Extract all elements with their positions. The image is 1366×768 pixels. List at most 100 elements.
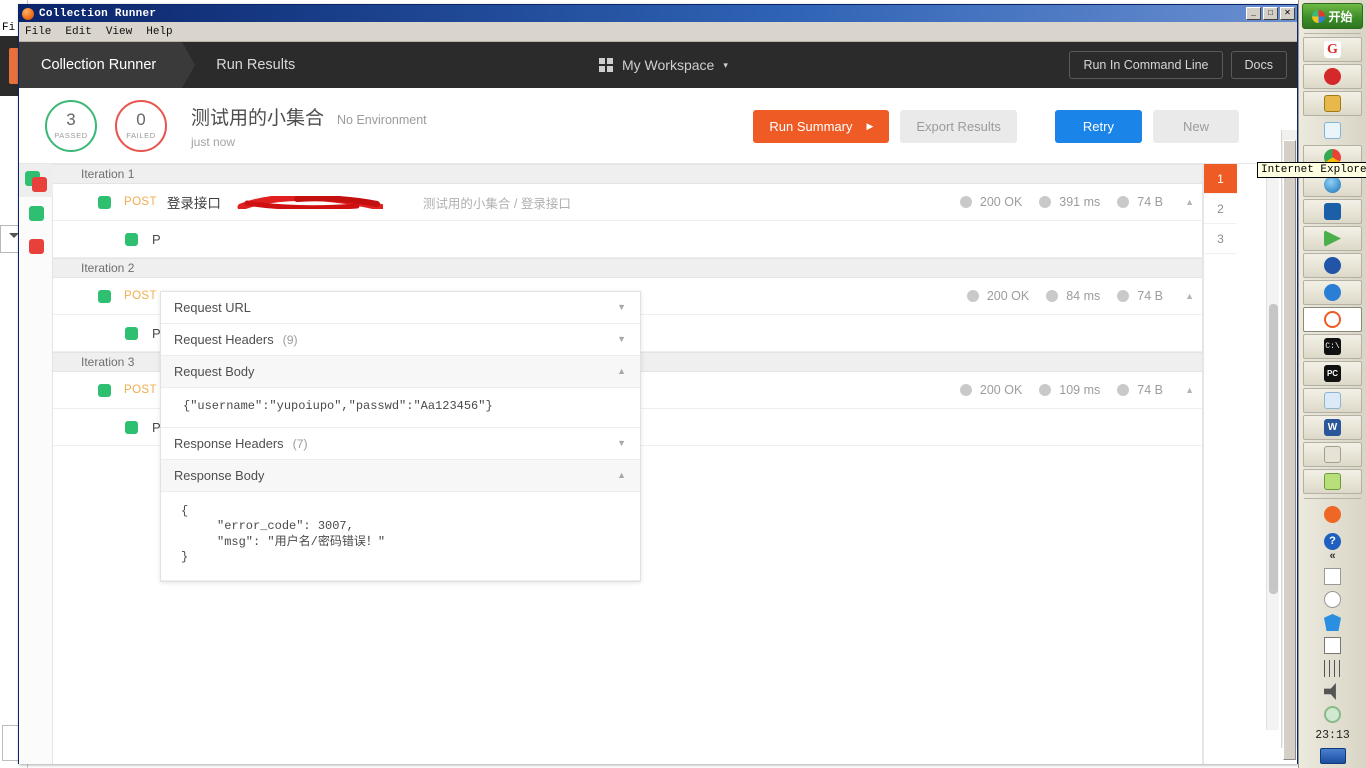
menu-item-view[interactable]: View [106, 26, 132, 38]
response-size: 74 B [1137, 383, 1163, 397]
tab-collection-runner[interactable]: Collection Runner [19, 42, 196, 88]
new-button[interactable]: New [1152, 110, 1239, 143]
pager-item-3[interactable]: 3 [1204, 224, 1237, 254]
sharing-app-icon [1324, 122, 1341, 139]
status-dot-icon [966, 290, 979, 302]
tray-expand-button[interactable]: « [1329, 550, 1335, 562]
flag-security-icon[interactable] [1324, 568, 1341, 585]
taskbar-item-command-prompt[interactable]: C:\ [1303, 334, 1362, 359]
response-time: 84 ms [1066, 289, 1101, 303]
chevron-up-icon[interactable]: ▲ [1185, 197, 1194, 207]
pycharm-icon: PC [1324, 365, 1341, 382]
table-row[interactable]: POST 登录接口 测试用的小集合 / 登录接口 200 OK 391 ms 7… [53, 184, 1202, 221]
request-method: POST [124, 196, 157, 208]
chevron-down-icon: ▼ [617, 334, 626, 344]
request-body-content: {"username":"yupoiupo","passwd":"Aa12345… [161, 388, 640, 428]
chevron-down-icon: ▼ [617, 302, 626, 312]
window-scrollbar-thumb[interactable] [1283, 140, 1296, 760]
workspace-label: My Workspace [622, 57, 715, 73]
section-response-body[interactable]: Response Body ▲ [161, 459, 640, 492]
taskbar-item-media-player[interactable] [1303, 226, 1362, 251]
run-summary-button[interactable]: Run Summary ▶ [753, 110, 890, 143]
scrollbar-thumb[interactable] [1269, 304, 1278, 594]
chevron-up-icon: ▲ [617, 469, 626, 480]
shield-guard-icon[interactable] [1324, 614, 1341, 631]
collection-runner-window: Collection Runner _ □ ✕ File Edit View H… [18, 4, 1298, 764]
chevron-up-icon[interactable]: ▲ [1185, 291, 1194, 301]
window-scrollbar[interactable] [1281, 130, 1297, 760]
blue-globe-icon [1324, 284, 1341, 301]
taskbar-item-pycharm[interactable]: PC [1303, 361, 1362, 386]
results-scrollbar[interactable] [1266, 164, 1279, 730]
taskbar-item-sogou-input[interactable] [1303, 502, 1362, 527]
request-method: POST [124, 290, 157, 302]
chevron-up-icon[interactable]: ▲ [1185, 385, 1194, 395]
response-status: 200 OK [979, 195, 1023, 209]
request-metrics: 200 OK 84 ms 74 B [966, 289, 1172, 303]
section-request-headers[interactable]: Request Headers (9) ▼ [161, 324, 640, 356]
filter-passed-button[interactable] [19, 197, 53, 230]
request-status-square-icon [98, 383, 111, 397]
section-response-headers[interactable]: Response Headers (7) ▼ [161, 428, 640, 460]
taskbar-separator [1304, 498, 1361, 499]
show-desktop-button[interactable] [1319, 748, 1346, 764]
taskbar-item-sharing-app[interactable] [1303, 118, 1362, 143]
notepad-icon [1324, 392, 1341, 409]
speed-dial-icon[interactable] [1324, 706, 1341, 723]
menu-item-file[interactable]: File [25, 26, 51, 38]
taskbar-item-notepad[interactable] [1303, 388, 1362, 413]
close-button[interactable]: ✕ [1280, 7, 1295, 20]
retry-button[interactable]: Retry [1054, 110, 1142, 143]
taskbar-item-netease-music[interactable] [1303, 64, 1362, 89]
section-request-body[interactable]: Request Body ▲ [161, 356, 640, 388]
tab-run-results[interactable]: Run Results [182, 42, 335, 88]
failed-label: FAILED [126, 131, 156, 140]
signal-bars-icon[interactable] [1324, 660, 1341, 677]
command-prompt-icon: C:\ [1324, 338, 1341, 355]
pager-item-1[interactable]: 1 [1204, 164, 1237, 194]
time-dot-icon [1046, 290, 1059, 302]
passed-counter: 3 PASSED [45, 99, 97, 152]
run-in-command-line-button[interactable]: Run In Command Line [1069, 51, 1223, 79]
response-body-content: { "error_code": 3007, "msg": "用户名/密码错误！"… [161, 492, 640, 581]
test-label: P [152, 231, 161, 247]
taskbar-item-editor[interactable] [1303, 469, 1362, 494]
hand-tool-icon[interactable] [1324, 637, 1341, 654]
taskbar-item-blue-globe[interactable] [1303, 280, 1362, 305]
docs-button[interactable]: Docs [1230, 51, 1287, 79]
test-status-square-icon [125, 232, 138, 246]
taskbar-item-word[interactable]: W [1303, 415, 1362, 440]
pager-item-2[interactable]: 2 [1204, 194, 1237, 224]
taskbar-item-paint-tool[interactable] [1303, 442, 1362, 467]
filter-failed-button[interactable] [19, 230, 53, 263]
request-status-square-icon [98, 195, 111, 209]
menu-item-help[interactable]: Help [146, 26, 172, 38]
network-monitor-icon[interactable] [1324, 591, 1341, 608]
start-button[interactable]: 开始 [1302, 3, 1363, 29]
response-size: 74 B [1137, 289, 1163, 303]
maximize-button[interactable]: □ [1263, 7, 1278, 20]
filter-all-button[interactable] [19, 164, 53, 197]
list-item: P [53, 221, 1202, 258]
taskbar-item-vmware[interactable] [1303, 199, 1362, 224]
redacted-url [237, 195, 383, 209]
section-request-url[interactable]: Request URL ▼ [161, 292, 640, 324]
workspace-selector[interactable]: My Workspace ▾ [599, 42, 728, 88]
section-label: Request URL [174, 300, 251, 315]
export-results-button[interactable]: Export Results [900, 110, 1017, 143]
chevron-up-icon: ▲ [617, 366, 626, 376]
response-time: 391 ms [1059, 195, 1101, 209]
postman-logo-icon [22, 7, 34, 20]
taskbar-item-360-browser[interactable]: G [1303, 37, 1362, 62]
minimize-button[interactable]: _ [1246, 7, 1261, 20]
chevron-down-icon: ▾ [723, 59, 728, 70]
menu-item-edit[interactable]: Edit [65, 26, 91, 38]
taskbar-item-folder-window[interactable] [1303, 91, 1362, 116]
play-arrow-icon: ▶ [866, 121, 874, 131]
windows-flag-icon [1312, 9, 1326, 23]
taskbar-item-postman[interactable] [1303, 307, 1362, 332]
taskbar-item-user-account[interactable] [1303, 253, 1362, 278]
internet-explorer-icon [1324, 176, 1341, 193]
volume-icon[interactable] [1324, 683, 1336, 700]
taskbar-clock[interactable]: 23:13 [1315, 729, 1350, 742]
